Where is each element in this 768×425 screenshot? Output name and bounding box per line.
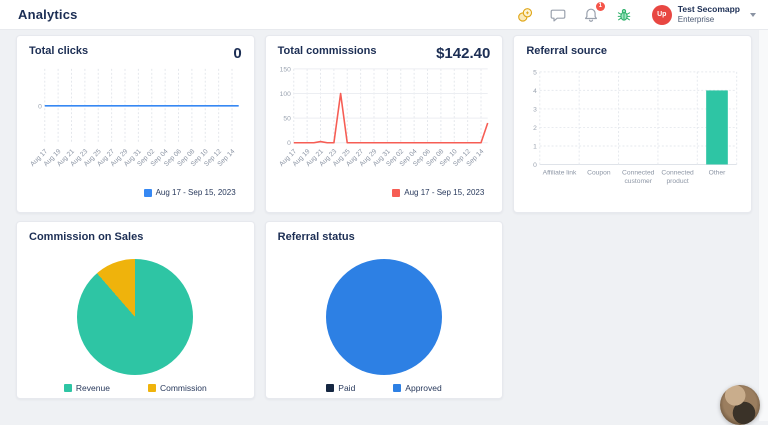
legend-swatch bbox=[392, 189, 400, 197]
chart-legend: Revenue Commission bbox=[29, 383, 242, 393]
card-commission-on-sales: Commission on Sales Revenue Commission bbox=[16, 221, 255, 399]
legend-item[interactable]: Aug 17 - Sep 15, 2023 bbox=[392, 188, 484, 197]
svg-text:1: 1 bbox=[533, 143, 537, 150]
total-commissions-line-chart: Aug 17Aug 19Aug 21Aug 23Aug 25Aug 27Aug … bbox=[278, 65, 491, 187]
svg-text:100: 100 bbox=[279, 91, 290, 98]
app-header: Analytics 1 bbox=[0, 0, 768, 30]
svg-text:4: 4 bbox=[533, 88, 537, 95]
card-title: Commission on Sales bbox=[29, 231, 143, 243]
legend-label: Aug 17 - Sep 15, 2023 bbox=[404, 188, 484, 197]
svg-text:Connected: Connected bbox=[662, 169, 695, 176]
svg-text:Other: Other bbox=[709, 169, 726, 176]
svg-text:Coupon: Coupon bbox=[587, 169, 611, 176]
bug-report-icon[interactable] bbox=[615, 6, 633, 24]
card-title: Referral status bbox=[278, 231, 355, 243]
legend-item[interactable]: Revenue bbox=[64, 383, 110, 393]
chevron-down-icon bbox=[750, 13, 756, 17]
chat-widget-avatar[interactable] bbox=[720, 385, 760, 425]
svg-text:0: 0 bbox=[38, 103, 42, 110]
card-title: Total clicks bbox=[29, 45, 88, 57]
top-row: Total clicks 0 Aug 17Aug 19Aug 21Aug 23A… bbox=[16, 35, 752, 213]
coins-icon[interactable] bbox=[516, 6, 534, 24]
chart-legend: Aug 17 - Sep 15, 2023 bbox=[29, 188, 242, 197]
legend-item[interactable]: Approved bbox=[393, 383, 441, 393]
svg-text:Affiliate link: Affiliate link bbox=[543, 169, 577, 176]
scrollbar-track[interactable] bbox=[758, 30, 768, 421]
user-menu[interactable]: Up Test Secomapp Enterprise bbox=[652, 4, 756, 25]
page-title: Analytics bbox=[18, 7, 78, 22]
analytics-content: Total clicks 0 Aug 17Aug 19Aug 21Aug 23A… bbox=[0, 30, 768, 399]
header-actions: 1 Up Test Secomapp Enterprise bbox=[516, 4, 756, 25]
svg-text:50: 50 bbox=[283, 116, 291, 123]
user-plan: Enterprise bbox=[678, 15, 740, 25]
svg-text:customer: customer bbox=[625, 178, 653, 185]
user-name: Test Secomapp bbox=[678, 4, 740, 15]
legend-label: Paid bbox=[338, 383, 355, 393]
svg-text:Connected: Connected bbox=[622, 169, 655, 176]
card-title: Total commissions bbox=[278, 45, 377, 57]
chart-legend: Paid Approved bbox=[278, 383, 491, 393]
svg-text:2: 2 bbox=[533, 125, 537, 132]
card-referral-status: Referral status Paid Approved bbox=[265, 221, 504, 399]
svg-text:0: 0 bbox=[533, 162, 537, 169]
legend-swatch bbox=[144, 189, 152, 197]
card-referral-source: Referral source 0 1 2 3 4 5 Affiliate link Coup… bbox=[513, 35, 752, 213]
referral-source-bar-chart: 0 1 2 3 4 5 Affiliate link Coupon Connected custo… bbox=[526, 65, 739, 195]
card-total-commissions: Total commissions $142.40 Aug 17Aug 19Au… bbox=[265, 35, 504, 213]
user-avatar: Up bbox=[652, 5, 672, 25]
svg-text:0: 0 bbox=[287, 140, 291, 147]
svg-text:5: 5 bbox=[533, 69, 537, 76]
total-commissions-value: $142.40 bbox=[436, 45, 490, 62]
chat-bubble-icon[interactable] bbox=[549, 6, 567, 24]
svg-text:product: product bbox=[667, 178, 689, 185]
legend-label: Revenue bbox=[76, 383, 110, 393]
legend-swatch bbox=[64, 384, 72, 392]
legend-swatch bbox=[326, 384, 334, 392]
card-total-clicks: Total clicks 0 Aug 17Aug 19Aug 21Aug 23A… bbox=[16, 35, 255, 213]
legend-swatch bbox=[148, 384, 156, 392]
bottom-row: Commission on Sales Revenue Commission Re… bbox=[16, 221, 752, 399]
legend-swatch bbox=[393, 384, 401, 392]
referral-status-pie-chart bbox=[326, 259, 442, 375]
legend-item[interactable]: Aug 17 - Sep 15, 2023 bbox=[144, 188, 236, 197]
legend-label: Approved bbox=[405, 383, 441, 393]
notifications-bell-icon[interactable]: 1 bbox=[582, 6, 600, 24]
card-title: Referral source bbox=[526, 45, 607, 57]
legend-label: Aug 17 - Sep 15, 2023 bbox=[156, 188, 236, 197]
svg-text:150: 150 bbox=[279, 66, 290, 73]
notification-badge: 1 bbox=[596, 2, 605, 11]
total-clicks-value: 0 bbox=[233, 45, 241, 62]
total-clicks-line-chart: Aug 17Aug 19Aug 21Aug 23Aug 25Aug 27Aug … bbox=[29, 65, 242, 187]
legend-item[interactable]: Paid bbox=[326, 383, 355, 393]
commission-on-sales-pie-chart bbox=[77, 259, 193, 375]
chart-legend: Aug 17 - Sep 15, 2023 bbox=[278, 188, 491, 197]
legend-item[interactable]: Commission bbox=[148, 383, 207, 393]
legend-label: Commission bbox=[160, 383, 207, 393]
svg-text:3: 3 bbox=[533, 106, 537, 113]
